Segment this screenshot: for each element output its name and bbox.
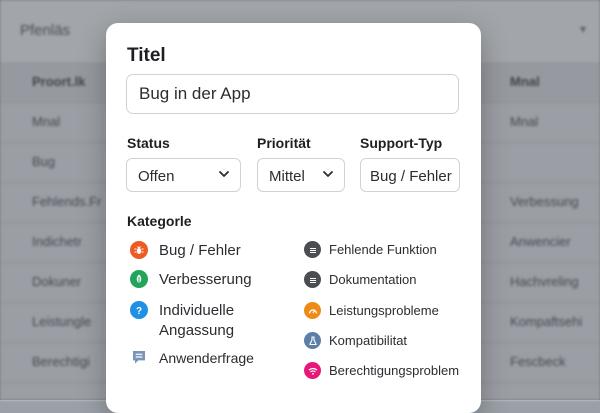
priority-select[interactable]: Mittel	[257, 158, 345, 192]
category-custom[interactable]: ? Individuelle Angassung	[130, 301, 270, 341]
status-select[interactable]: Offen	[126, 158, 241, 192]
bug-icon	[130, 241, 148, 259]
support-type-label: Support-Typ	[360, 135, 443, 151]
category-improvement[interactable]: Verbesserung	[130, 270, 252, 290]
list-icon	[304, 241, 321, 258]
priority-value: Mittel	[269, 168, 305, 185]
category-bug[interactable]: Bug / Fehler	[130, 241, 241, 261]
flask-icon	[304, 332, 321, 349]
category-user-question[interactable]: Anwenderfrage	[130, 348, 254, 368]
chevron-down-icon	[323, 171, 333, 177]
title-input[interactable]	[126, 74, 459, 114]
status-label: Status	[127, 135, 170, 151]
question-icon: ?	[130, 301, 148, 319]
chevron-down-icon	[219, 171, 229, 177]
category-missing-feature[interactable]: Fehlende Funktion	[304, 241, 437, 259]
category-label: Kategorle	[127, 213, 192, 229]
category-documentation[interactable]: Dokumentation	[304, 271, 416, 289]
status-value: Offen	[138, 168, 175, 185]
leaf-icon	[130, 270, 148, 288]
wifi-icon	[304, 362, 321, 379]
category-performance[interactable]: Leistungsprobleme	[304, 302, 439, 320]
priority-label: Priorität	[257, 135, 311, 151]
support-type-select[interactable]: Bug / Fehler	[360, 158, 460, 192]
category-permission[interactable]: Berechtigungsproblem	[304, 362, 459, 380]
category-compatibility[interactable]: Kompatibilitat	[304, 332, 407, 350]
gauge-icon	[304, 302, 321, 319]
support-type-value: Bug / Fehler	[370, 168, 452, 185]
svg-text:?: ?	[136, 306, 142, 316]
list-icon	[304, 271, 321, 288]
chat-icon	[130, 348, 148, 366]
title-label: Titel	[127, 45, 166, 66]
ticket-modal: Titel Status Offen Priorität Mittel Supp…	[106, 23, 481, 413]
